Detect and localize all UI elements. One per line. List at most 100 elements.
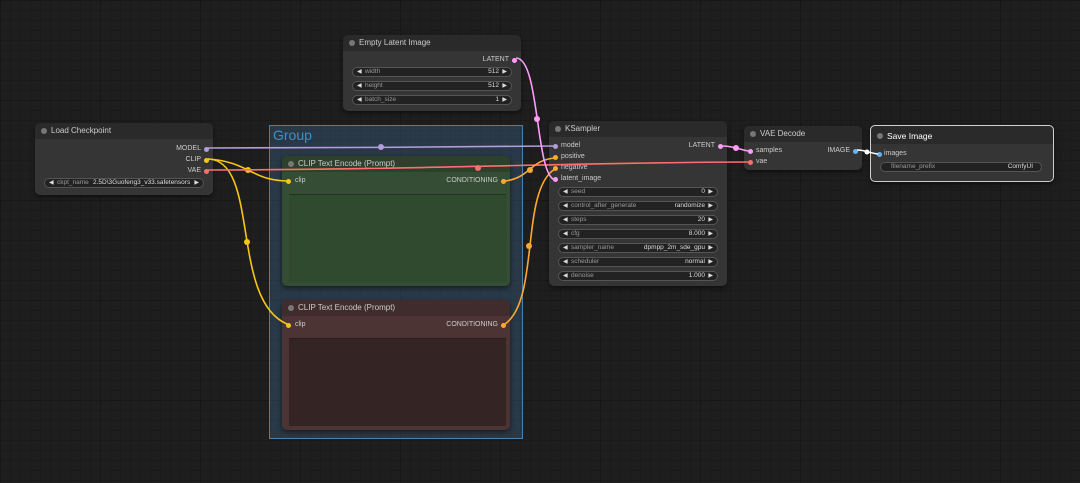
input-slot-model[interactable] xyxy=(553,144,558,149)
output-slot-conditioning[interactable] xyxy=(501,179,506,184)
input-slot-samples[interactable] xyxy=(748,149,753,154)
node-header[interactable]: CLIP Text Encode (Prompt) xyxy=(282,300,510,316)
link-midpoint-dot[interactable] xyxy=(526,243,532,249)
increment-arrow-icon[interactable]: ▶ xyxy=(708,272,713,280)
widget-height[interactable]: ◀ height 512 ▶ xyxy=(352,81,512,91)
node-save-image[interactable]: Save Image images filename_prefix ComfyUI xyxy=(870,125,1054,182)
widget-batch-size[interactable]: ◀ batch_size 1 ▶ xyxy=(352,95,512,105)
collapse-dot-icon[interactable] xyxy=(349,40,355,46)
node-title: Empty Latent Image xyxy=(359,38,431,47)
node-title: Load Checkpoint xyxy=(51,126,112,135)
prompt-textarea[interactable] xyxy=(289,338,506,426)
widget-control-after-generate[interactable]: ◀ control_after_generate randomize ▶ xyxy=(558,201,718,211)
link-midpoint-dot[interactable] xyxy=(245,167,251,173)
node-empty-latent-image[interactable]: Empty Latent Image LATENT ◀ width 512 ▶ ◀ he… xyxy=(343,35,521,111)
increment-arrow-icon[interactable]: ▶ xyxy=(194,179,199,187)
output-slot-conditioning[interactable] xyxy=(501,323,506,328)
input-slot-clip[interactable] xyxy=(286,179,291,184)
node-graph-canvas[interactable]: Group Empty Latent Image LATENT ◀ width 51… xyxy=(0,0,1080,483)
node-vae-decode[interactable]: VAE Decode samples vae IMAGE xyxy=(744,126,862,170)
decrement-arrow-icon[interactable]: ◀ xyxy=(563,202,568,210)
decrement-arrow-icon[interactable]: ◀ xyxy=(357,68,362,76)
input-slot-latent-image[interactable] xyxy=(553,177,558,182)
output-label-model: MODEL xyxy=(176,145,201,152)
collapse-dot-icon[interactable] xyxy=(750,131,756,137)
increment-arrow-icon[interactable]: ▶ xyxy=(502,68,507,76)
node-ksampler[interactable]: KSampler model positive negative latent_… xyxy=(549,121,727,286)
increment-arrow-icon[interactable]: ▶ xyxy=(708,244,713,252)
node-links-layer xyxy=(207,57,879,325)
output-slot-latent[interactable] xyxy=(718,144,723,149)
widget-label: sampler_name xyxy=(571,244,614,251)
collapse-dot-icon[interactable] xyxy=(288,161,294,167)
collapse-dot-icon[interactable] xyxy=(877,133,883,139)
output-slot-model[interactable] xyxy=(204,147,209,152)
node-load-checkpoint[interactable]: Load Checkpoint MODEL CLIP VAE ◀ ckpt_nam… xyxy=(35,123,213,195)
increment-arrow-icon[interactable]: ▶ xyxy=(708,188,713,196)
increment-arrow-icon[interactable]: ▶ xyxy=(708,202,713,210)
widget-value: 1 xyxy=(495,96,499,103)
node-clip-text-encode-negative[interactable]: CLIP Text Encode (Prompt) clip CONDITION… xyxy=(282,300,510,430)
increment-arrow-icon[interactable]: ▶ xyxy=(502,96,507,104)
input-slot-negative[interactable] xyxy=(553,166,558,171)
widget-filename-prefix[interactable]: filename_prefix ComfyUI xyxy=(880,162,1042,172)
input-label-vae: vae xyxy=(756,158,768,165)
increment-arrow-icon[interactable]: ▶ xyxy=(502,82,507,90)
collapse-dot-icon[interactable] xyxy=(288,305,294,311)
input-slot-positive[interactable] xyxy=(553,155,558,160)
widget-width[interactable]: ◀ width 512 ▶ xyxy=(352,67,512,77)
decrement-arrow-icon[interactable]: ◀ xyxy=(49,179,54,187)
output-label-vae: VAE xyxy=(187,167,202,174)
collapse-dot-icon[interactable] xyxy=(41,128,47,134)
widget-label: ckpt_name xyxy=(57,179,89,186)
widget-ckpt-name[interactable]: ◀ ckpt_name 2.5D\3Guofeng3_v33.safetensors… xyxy=(44,178,204,188)
widget-seed[interactable]: ◀ seed 0 ▶ xyxy=(558,187,718,197)
decrement-arrow-icon[interactable]: ◀ xyxy=(563,244,568,252)
node-header[interactable]: CLIP Text Encode (Prompt) xyxy=(282,156,510,172)
decrement-arrow-icon[interactable]: ◀ xyxy=(563,188,568,196)
link-midpoint-dot[interactable] xyxy=(534,116,540,122)
output-slot-image[interactable] xyxy=(853,149,858,154)
input-slot-vae[interactable] xyxy=(748,160,753,165)
decrement-arrow-icon[interactable]: ◀ xyxy=(563,216,568,224)
increment-arrow-icon[interactable]: ▶ xyxy=(708,258,713,266)
input-label-clip: clip xyxy=(295,321,306,328)
decrement-arrow-icon[interactable]: ◀ xyxy=(357,82,362,90)
widget-label: denoise xyxy=(571,272,594,279)
link-midpoint-dot[interactable] xyxy=(733,145,739,151)
prompt-textarea[interactable] xyxy=(289,194,506,282)
collapse-dot-icon[interactable] xyxy=(555,126,561,132)
input-slot-images[interactable] xyxy=(877,152,882,157)
node-header[interactable]: Load Checkpoint xyxy=(35,123,213,139)
decrement-arrow-icon[interactable]: ◀ xyxy=(563,230,568,238)
decrement-arrow-icon[interactable]: ◀ xyxy=(563,272,568,280)
increment-arrow-icon[interactable]: ▶ xyxy=(708,230,713,238)
widget-label: control_after_generate xyxy=(571,202,637,209)
input-label-latent-image: latent_image xyxy=(561,175,602,182)
node-header[interactable]: VAE Decode xyxy=(744,126,862,142)
widget-scheduler[interactable]: ◀ scheduler normal ▶ xyxy=(558,257,718,267)
input-label-samples: samples xyxy=(756,147,783,154)
decrement-arrow-icon[interactable]: ◀ xyxy=(563,258,568,266)
link-midpoint-dot[interactable] xyxy=(527,167,533,173)
widget-cfg[interactable]: ◀ cfg 8.000 ▶ xyxy=(558,229,718,239)
link-midpoint-dot[interactable] xyxy=(864,149,870,155)
increment-arrow-icon[interactable]: ▶ xyxy=(708,216,713,224)
link-midpoint-dot[interactable] xyxy=(244,239,250,245)
widget-denoise[interactable]: ◀ denoise 1.000 ▶ xyxy=(558,271,718,281)
widget-sampler-name[interactable]: ◀ sampler_name dpmpp_2m_sde_gpu ▶ xyxy=(558,243,718,253)
input-slot-clip[interactable] xyxy=(286,323,291,328)
node-header[interactable]: Empty Latent Image xyxy=(343,35,521,51)
decrement-arrow-icon[interactable]: ◀ xyxy=(357,96,362,104)
widget-steps[interactable]: ◀ steps 20 ▶ xyxy=(558,215,718,225)
node-header[interactable]: Save Image xyxy=(871,126,1053,144)
output-slot-clip[interactable] xyxy=(204,158,209,163)
node-clip-text-encode-positive[interactable]: CLIP Text Encode (Prompt) clip CONDITION… xyxy=(282,156,510,286)
node-header[interactable]: KSampler xyxy=(549,121,727,137)
node-title: CLIP Text Encode (Prompt) xyxy=(298,303,396,312)
node-title: CLIP Text Encode (Prompt) xyxy=(298,159,396,168)
input-label-clip: clip xyxy=(295,177,306,184)
output-slot-vae[interactable] xyxy=(204,169,209,174)
output-slot-latent[interactable] xyxy=(512,58,517,63)
widget-value: 1.000 xyxy=(688,272,705,279)
